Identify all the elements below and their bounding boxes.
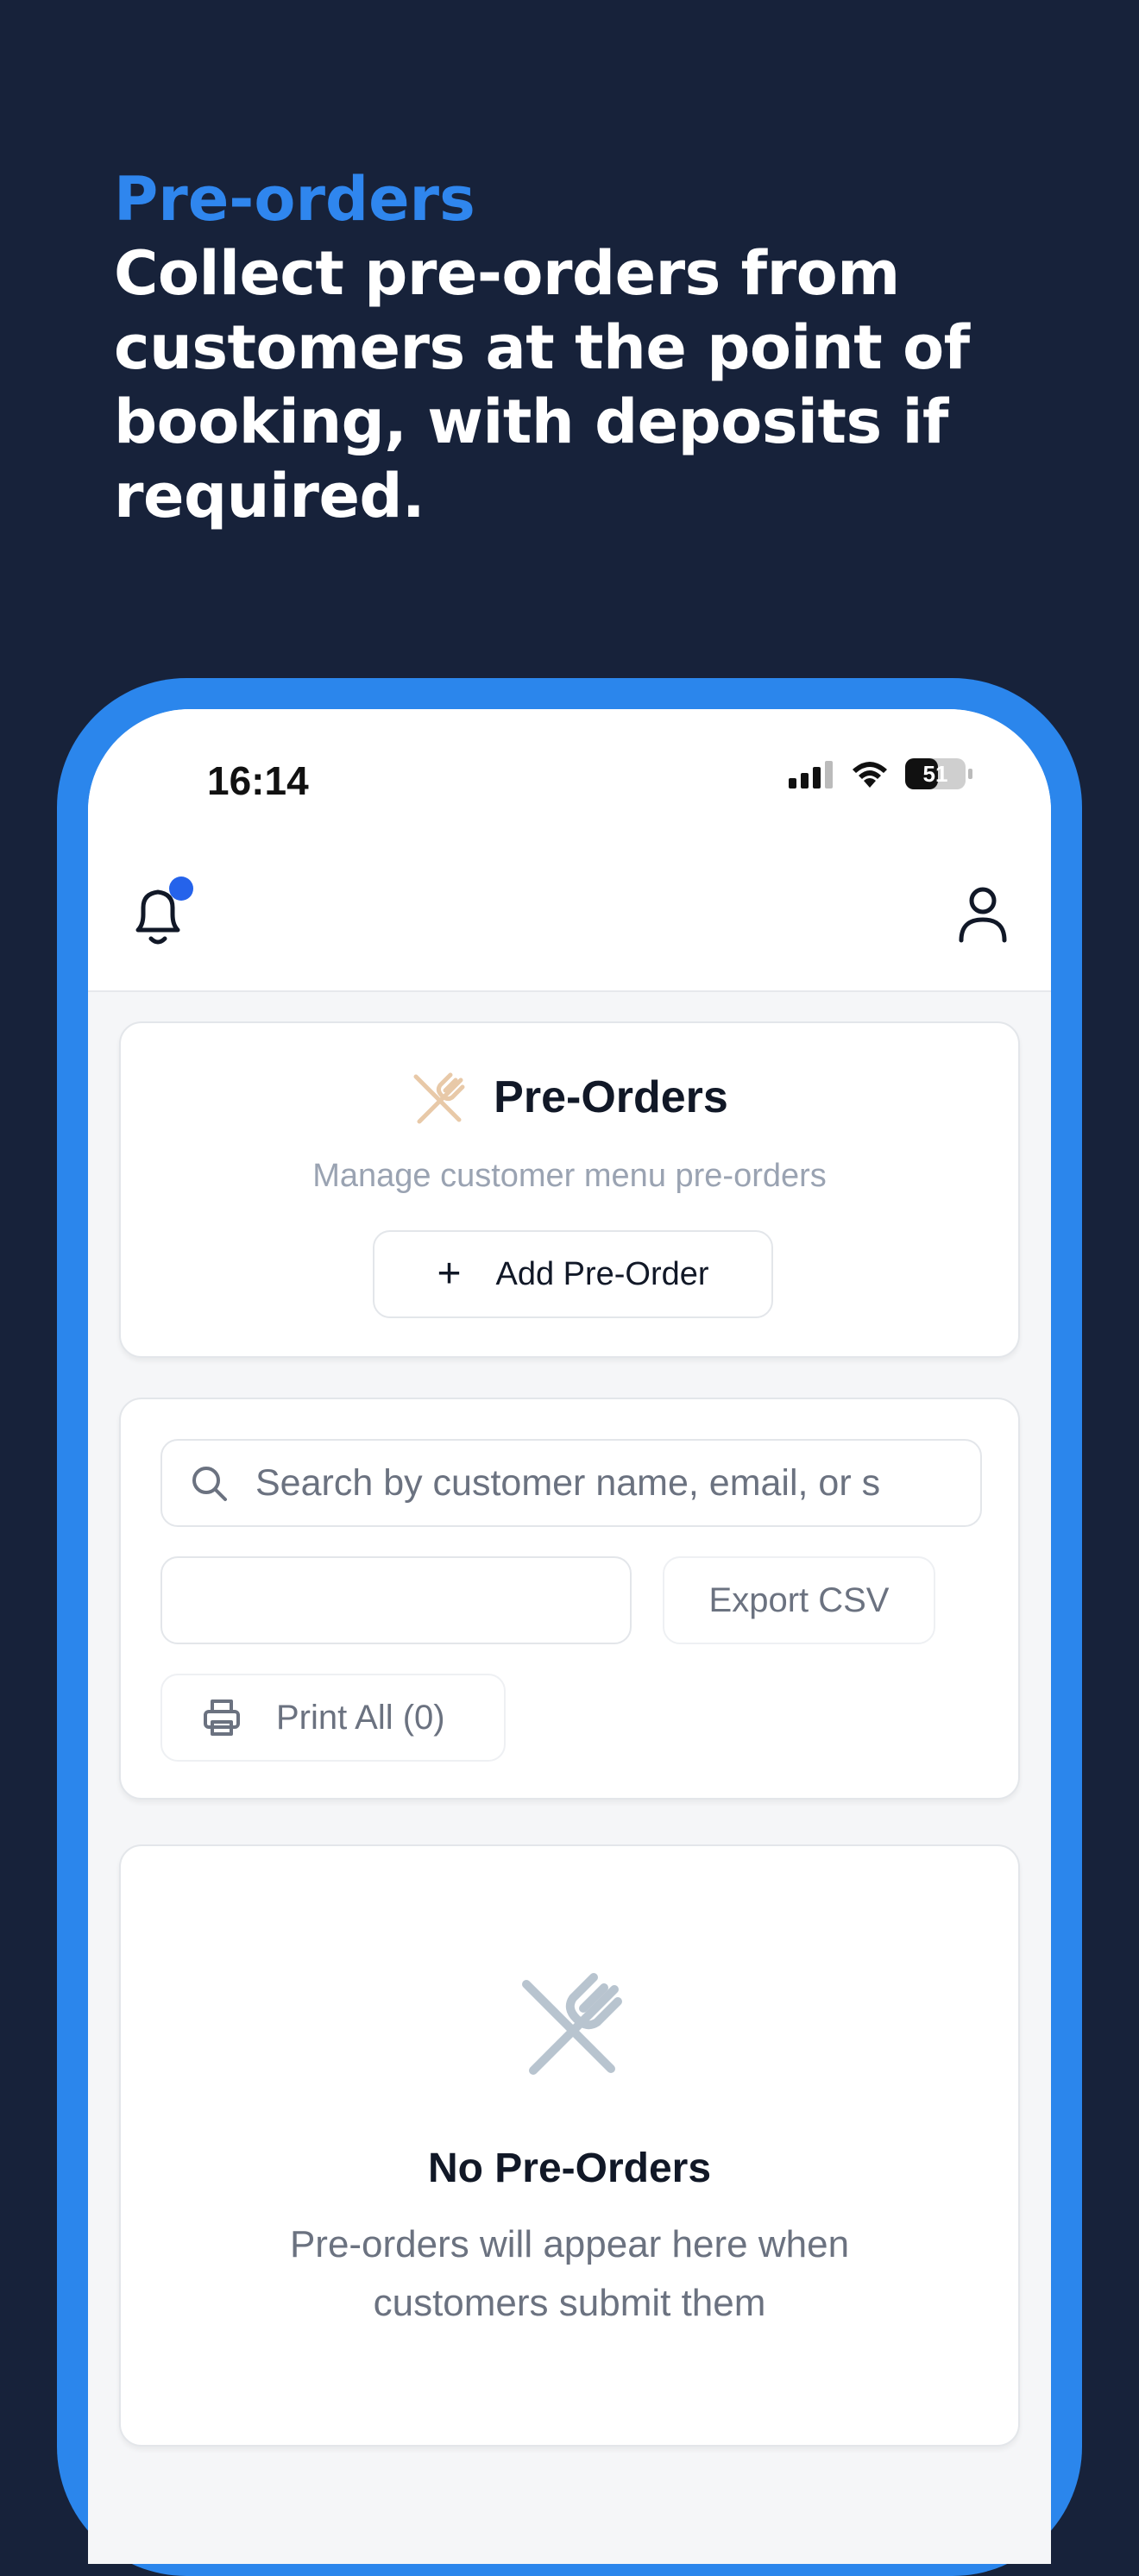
signal-icon [789, 761, 833, 789]
search-input[interactable] [254, 1461, 947, 1505]
notification-dot [169, 876, 193, 901]
status-icons: 51 [789, 757, 973, 790]
page-subtitle: Manage customer menu pre-orders [312, 1158, 827, 1194]
print-all-button[interactable]: Print All (0) [160, 1674, 506, 1762]
export-csv-button[interactable]: Export CSV [663, 1556, 935, 1644]
filters-card: Export CSV Print All (0) [119, 1398, 1020, 1800]
empty-state-title: No Pre-Orders [427, 2146, 712, 2191]
battery-icon: 51 [905, 758, 972, 789]
promo-headline: Pre-orders Collect pre-orders from custo… [114, 162, 1063, 533]
utensils-crossed-icon [522, 1973, 622, 2075]
plus-icon: + [437, 1251, 462, 1297]
print-all-label: Print All (0) [276, 1698, 445, 1737]
printer-icon [204, 1700, 240, 1736]
wifi-icon [853, 762, 887, 788]
page-title: Pre-Orders [494, 1072, 728, 1122]
search-icon [192, 1467, 227, 1501]
status-time: 16:14 [207, 758, 309, 803]
page-title-row: Pre-Orders [121, 1068, 1018, 1127]
preorders-header-card: Pre-Orders Manage customer menu pre-orde… [119, 1021, 1020, 1358]
phone-screen: 16:14 51 Pre-Orders Manage customer menu… [88, 709, 1051, 2564]
battery-level: 51 [923, 761, 948, 787]
app-bar [88, 839, 1051, 992]
empty-state-card: No Pre-Orders Pre-orders will appear her… [119, 1844, 1020, 2447]
utensils-crossed-icon [413, 1072, 465, 1124]
add-preorder-label: Add Pre-Order [495, 1255, 709, 1292]
promo-kicker: Pre-orders [114, 164, 475, 235]
user-icon[interactable] [954, 883, 1011, 944]
empty-state-message: Pre-orders will appear here when custome… [289, 2223, 850, 2324]
search-box[interactable] [160, 1439, 982, 1527]
promo-description: Collect pre-orders from customers at the… [114, 238, 970, 531]
add-preorder-button[interactable]: + Add Pre-Order [373, 1230, 773, 1318]
date-filter-field[interactable] [160, 1556, 632, 1644]
status-bar: 16:14 51 [88, 709, 1051, 839]
